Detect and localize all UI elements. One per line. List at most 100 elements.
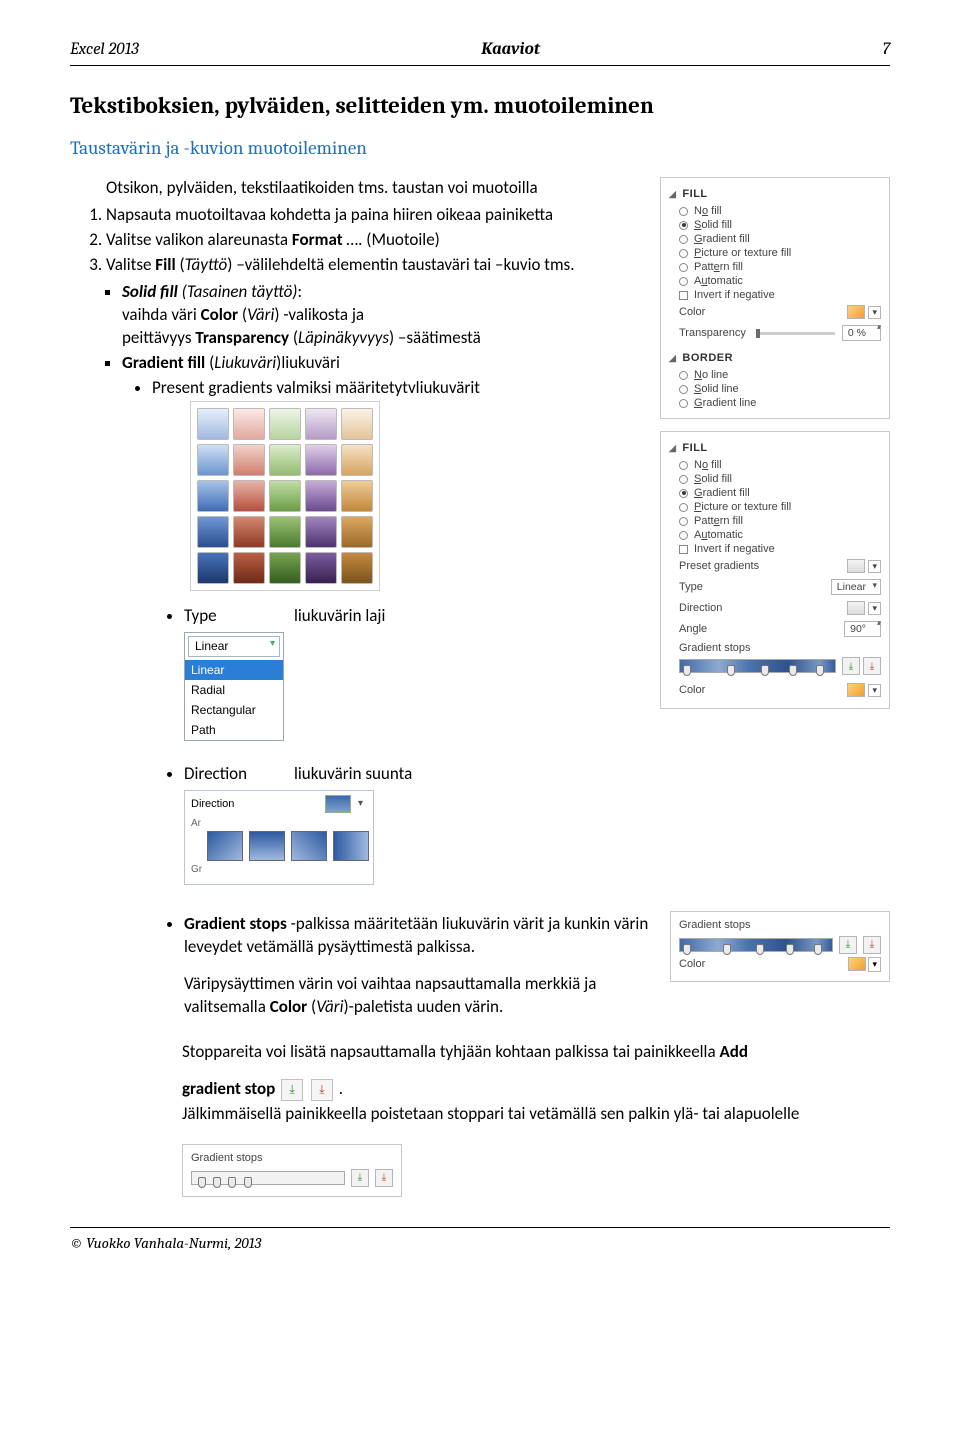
color-dropdown-icon[interactable]: ▾ <box>868 684 881 697</box>
check-invert[interactable]: Invert if negative <box>669 542 881 556</box>
footer-rule <box>70 1227 890 1228</box>
remove-gradient-stop-icon[interactable]: ⤓ <box>311 1079 333 1101</box>
direction-picker[interactable]: Direction Ar <box>184 790 374 885</box>
border-section-title: BORDER <box>682 352 733 364</box>
radio-no-line[interactable]: No line <box>669 368 881 382</box>
color-label: Color <box>679 306 705 318</box>
type-label: Type <box>184 605 284 628</box>
angle-value[interactable]: 90° <box>844 621 881 637</box>
swatch[interactable] <box>269 516 301 548</box>
format-panel-fill-solid: ◢FILL No fill Solid fill Gradient fill P… <box>660 177 890 419</box>
stop-color-picker[interactable] <box>847 683 865 697</box>
swatch[interactable] <box>305 408 337 440</box>
gradient-stops-bullet: Gradient stops -palkissa määritetään liu… <box>184 913 652 1019</box>
direction-picker[interactable] <box>847 601 865 615</box>
gs-mini-title: Gradient stops <box>679 918 881 933</box>
radio-solid-fill[interactable]: Solid fill <box>669 472 881 486</box>
radio-gradient-line[interactable]: Gradient line <box>669 396 881 410</box>
direction-grid[interactable] <box>207 831 367 861</box>
direction-dropdown-icon[interactable]: ▾ <box>868 602 881 615</box>
swatch[interactable] <box>341 552 373 584</box>
swatch-grid[interactable] <box>190 401 380 591</box>
radio-no-fill[interactable]: No fill <box>669 458 881 472</box>
direction-cell[interactable] <box>333 831 369 861</box>
swatch[interactable] <box>197 552 229 584</box>
remove-gradient-stop-button[interactable]: ⤓ <box>863 936 881 954</box>
remove-gradient-stop-button[interactable]: ⤓ <box>375 1169 393 1187</box>
gs-mini-color-label: Color <box>679 957 705 972</box>
collapse-icon[interactable]: ◢ <box>669 189 676 200</box>
radio-automatic[interactable]: Automatic <box>669 274 881 288</box>
swatch[interactable] <box>305 444 337 476</box>
swatch[interactable] <box>233 552 265 584</box>
numbered-steps: Napsauta muotoiltavaa kohdetta ja paina … <box>70 204 648 277</box>
header-right: 7 <box>882 40 890 59</box>
menu-item-linear[interactable]: Linear <box>185 660 283 680</box>
gs-mini-color-picker[interactable] <box>848 957 866 971</box>
remove-gradient-stop-button[interactable]: ⤓ <box>863 657 881 675</box>
direction-cell[interactable] <box>249 831 285 861</box>
add-gradient-stop-button[interactable]: ⤓ <box>842 657 860 675</box>
radio-pattern-fill[interactable]: Pattern fill <box>669 260 881 274</box>
radio-gradient-fill[interactable]: Gradient fill <box>669 486 881 500</box>
remove-stop-text: Jälkimmäisellä painikkeella poistetaan s… <box>182 1103 890 1126</box>
menu-item-rectangular[interactable]: Rectangular <box>185 700 283 720</box>
transparency-value[interactable]: 0 % <box>842 325 881 341</box>
swatch[interactable] <box>197 516 229 548</box>
swatch[interactable] <box>233 480 265 512</box>
type-dropdown-selected[interactable]: Linear <box>188 636 280 656</box>
heading-2: Taustavärin ja -kuvion muotoileminen <box>70 137 890 159</box>
preset-gradients-picker[interactable] <box>847 559 865 573</box>
swatch[interactable] <box>341 516 373 548</box>
swatch[interactable] <box>233 516 265 548</box>
menu-item-radial[interactable]: Radial <box>185 680 283 700</box>
radio-gradient-fill[interactable]: Gradient fill <box>669 232 881 246</box>
type-dropdown-menu[interactable]: Linear Linear Radial Rectangular Path <box>184 632 284 741</box>
direction-cell[interactable] <box>291 831 327 861</box>
color-picker[interactable] <box>847 305 865 319</box>
add-gradient-stop-button[interactable]: ⤓ <box>839 936 857 954</box>
radio-solid-line[interactable]: Solid line <box>669 382 881 396</box>
swatch[interactable] <box>269 444 301 476</box>
preset-gradients-label: Preset gradients <box>679 560 759 572</box>
direction-cell[interactable] <box>207 831 243 861</box>
swatch[interactable] <box>233 444 265 476</box>
gradient-stops-bar[interactable] <box>679 659 836 673</box>
swatch[interactable] <box>341 444 373 476</box>
color-label: Color <box>679 684 705 696</box>
swatch[interactable] <box>341 480 373 512</box>
radio-picture-fill[interactable]: Picture or texture fill <box>669 500 881 514</box>
radio-pattern-fill[interactable]: Pattern fill <box>669 514 881 528</box>
add-gradient-stop-icon[interactable]: ⤓ <box>281 1079 303 1101</box>
swatch[interactable] <box>197 408 229 440</box>
swatch[interactable] <box>341 408 373 440</box>
menu-item-path[interactable]: Path <box>185 720 283 740</box>
swatch[interactable] <box>269 480 301 512</box>
swatch[interactable] <box>269 408 301 440</box>
footer-text: © Vuokko Vanhala-Nurmi, 2013 <box>70 1234 890 1252</box>
swatch[interactable] <box>197 480 229 512</box>
transparency-slider[interactable] <box>756 332 835 335</box>
color-dropdown-icon[interactable]: ▾ <box>868 306 881 319</box>
gs-mini-bar[interactable] <box>679 938 833 952</box>
swatch[interactable] <box>305 480 337 512</box>
add-gradient-stop-button[interactable]: ⤓ <box>351 1169 369 1187</box>
collapse-icon[interactable]: ◢ <box>669 443 676 454</box>
radio-solid-fill[interactable]: Solid fill <box>669 218 881 232</box>
preset-gradients-dropdown-icon[interactable]: ▾ <box>868 560 881 573</box>
check-invert[interactable]: Invert if negative <box>669 288 881 302</box>
gs-empty-bar[interactable] <box>191 1171 345 1185</box>
collapse-icon[interactable]: ◢ <box>669 353 676 364</box>
color-dropdown-icon[interactable]: ▾ <box>868 957 881 971</box>
radio-picture-fill[interactable]: Picture or texture fill <box>669 246 881 260</box>
direction-dropdown[interactable] <box>325 795 351 813</box>
type-dropdown[interactable]: Linear <box>831 579 881 595</box>
swatch[interactable] <box>197 444 229 476</box>
radio-automatic[interactable]: Automatic <box>669 528 881 542</box>
radio-no-fill[interactable]: No fill <box>669 204 881 218</box>
swatch[interactable] <box>305 516 337 548</box>
swatch[interactable] <box>305 552 337 584</box>
swatch[interactable] <box>233 408 265 440</box>
swatch[interactable] <box>269 552 301 584</box>
intro-text: Otsikon, pylväiden, tekstilaatikoiden tm… <box>106 177 648 200</box>
